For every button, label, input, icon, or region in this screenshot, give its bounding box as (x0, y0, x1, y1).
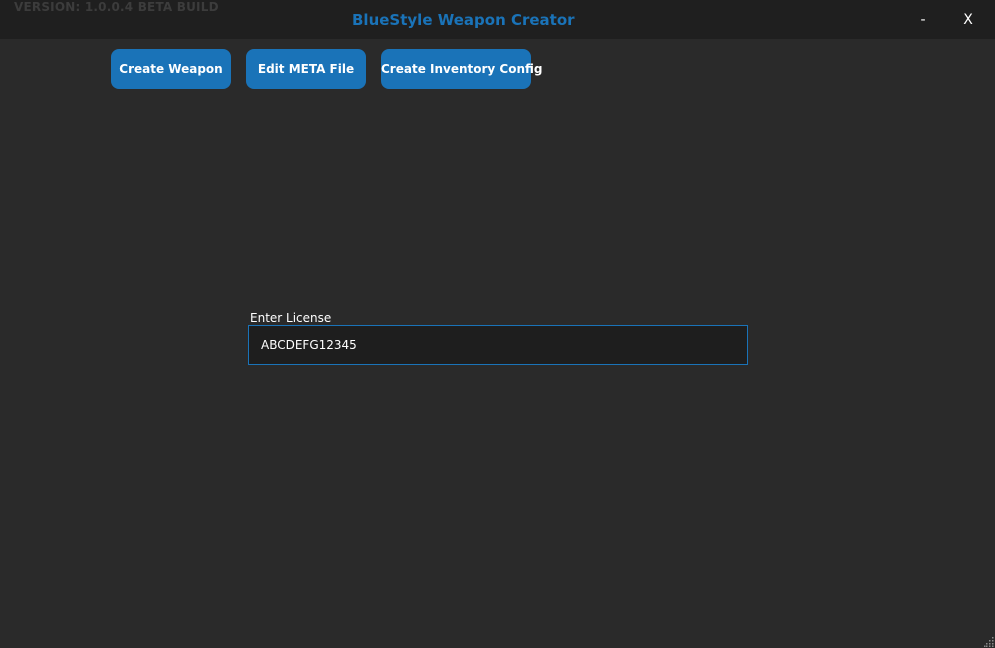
license-input[interactable] (248, 325, 748, 365)
title-bar[interactable]: VERSION: 1.0.0.4 BETA BUILD BlueStyle We… (0, 0, 995, 39)
close-button[interactable]: X (956, 9, 980, 31)
create-weapon-button[interactable]: Create Weapon (111, 49, 231, 89)
create-inventory-config-button[interactable]: Create Inventory Config (381, 49, 543, 89)
license-label: Enter License (250, 311, 332, 325)
version-label: VERSION: 1.0.0.4 BETA BUILD (14, 0, 219, 14)
resize-grip-icon[interactable] (984, 637, 994, 647)
minimize-button[interactable]: - (911, 9, 935, 31)
app-title: BlueStyle Weapon Creator (352, 11, 575, 29)
edit-meta-file-button[interactable]: Edit META File (246, 49, 366, 89)
app-window: VERSION: 1.0.0.4 BETA BUILD BlueStyle We… (0, 0, 995, 648)
